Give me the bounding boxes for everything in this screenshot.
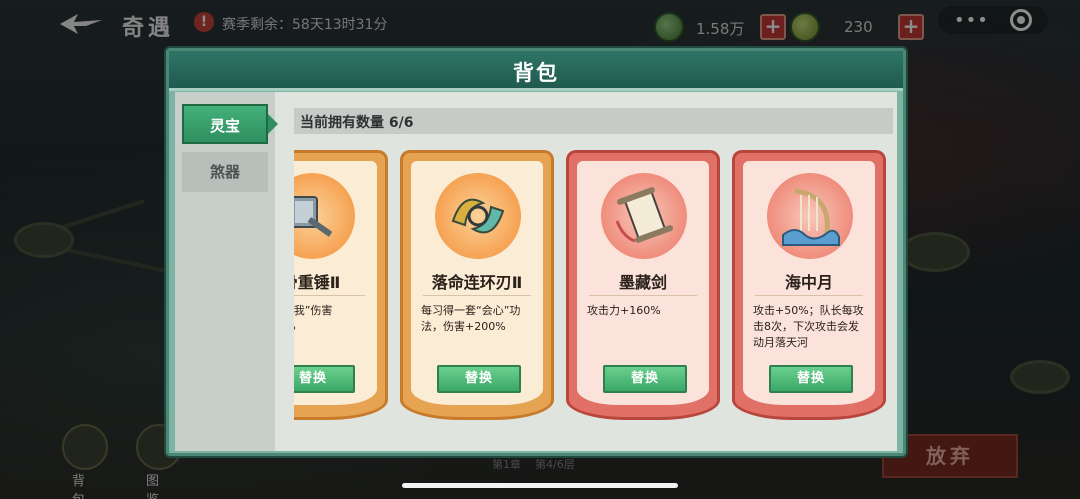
owned-count-label: 当前拥有数量 6/6 — [300, 115, 414, 131]
modal-body: 灵宝 煞器 当前拥有数量 6/6 重锤Ⅱ 我”伤害 替换 落命连环刃Ⅱ 每习得一… — [175, 92, 897, 451]
item-name: 墨藏剑 — [618, 273, 667, 292]
replace-button[interactable]: 替换 — [294, 365, 355, 393]
modal-header: 背包 — [169, 51, 903, 91]
backpack-modal: 背包 灵宝 煞器 当前拥有数量 6/6 重锤Ⅱ 我”伤害 替换 落命连环刃Ⅱ 每… — [166, 48, 906, 456]
card-divider — [755, 295, 863, 296]
item-medal — [601, 173, 687, 259]
item-medal — [294, 173, 355, 259]
item-card[interactable]: 骨重锤Ⅱ 一套“无我”伤害+200% 替换 — [294, 150, 388, 420]
scroll-icon — [615, 187, 674, 243]
item-medal — [767, 173, 853, 259]
item-medal — [435, 173, 521, 259]
item-card[interactable]: 落命连环刃Ⅱ 每习得一套“会心”功法，伤害+200% 替换 — [400, 150, 554, 420]
replace-button[interactable]: 替换 — [437, 365, 521, 393]
replace-button[interactable]: 替换 — [603, 365, 687, 393]
replace-button[interactable]: 替换 — [769, 365, 853, 393]
home-indicator[interactable] — [402, 483, 678, 488]
card-divider — [294, 295, 365, 296]
tab-lingbao[interactable]: 灵宝 — [182, 104, 278, 144]
tab-shaqi[interactable]: 煞器 — [182, 152, 268, 192]
card-inner: 落命连环刃Ⅱ 每习得一套“会心”功法，伤害+200% 替换 — [411, 161, 543, 405]
card-divider — [423, 295, 531, 296]
count-bar: 当前拥有数量 6/6 — [294, 108, 893, 134]
modal-title: 背包 — [513, 61, 559, 85]
inventory-content: 当前拥有数量 6/6 骨重锤Ⅱ — [294, 92, 897, 451]
category-sidebar: 灵宝 煞器 — [175, 92, 278, 451]
blade-ring-icon — [451, 198, 505, 234]
card-inner: 墨藏剑 攻击力+160% 替换 — [577, 161, 709, 405]
harp-wave-icon — [782, 188, 840, 246]
item-card[interactable]: 墨藏剑 攻击力+160% 替换 — [566, 150, 720, 420]
item-description: 攻击力+160% — [587, 304, 661, 317]
item-name: 海中月 — [784, 273, 833, 292]
item-description: 攻击+50%；队长每攻击8次，下次攻击会发动月落天河 — [753, 304, 864, 349]
card-inner: 海中月 攻击+50%；队长每攻击8次，下次攻击会发动月落天河 替换 — [743, 161, 875, 405]
item-description: 一套“无我”伤害+200% — [294, 304, 333, 333]
hammer-icon — [294, 196, 333, 237]
item-name: 骨重锤Ⅱ — [294, 273, 341, 292]
item-name: 落命连环刃Ⅱ — [431, 273, 523, 292]
card-divider — [589, 295, 697, 296]
item-card[interactable]: 海中月 攻击+50%；队长每攻击8次，下次攻击会发动月落天河 替换 — [732, 150, 886, 420]
card-inner: 骨重锤Ⅱ 一套“无我”伤害+200% 替换 — [294, 161, 377, 405]
item-description: 每习得一套“会心”功法，伤害+200% — [421, 304, 521, 333]
cards-scroll-area[interactable]: 骨重锤Ⅱ 一套“无我”伤害+200% 替换 — [294, 150, 897, 450]
